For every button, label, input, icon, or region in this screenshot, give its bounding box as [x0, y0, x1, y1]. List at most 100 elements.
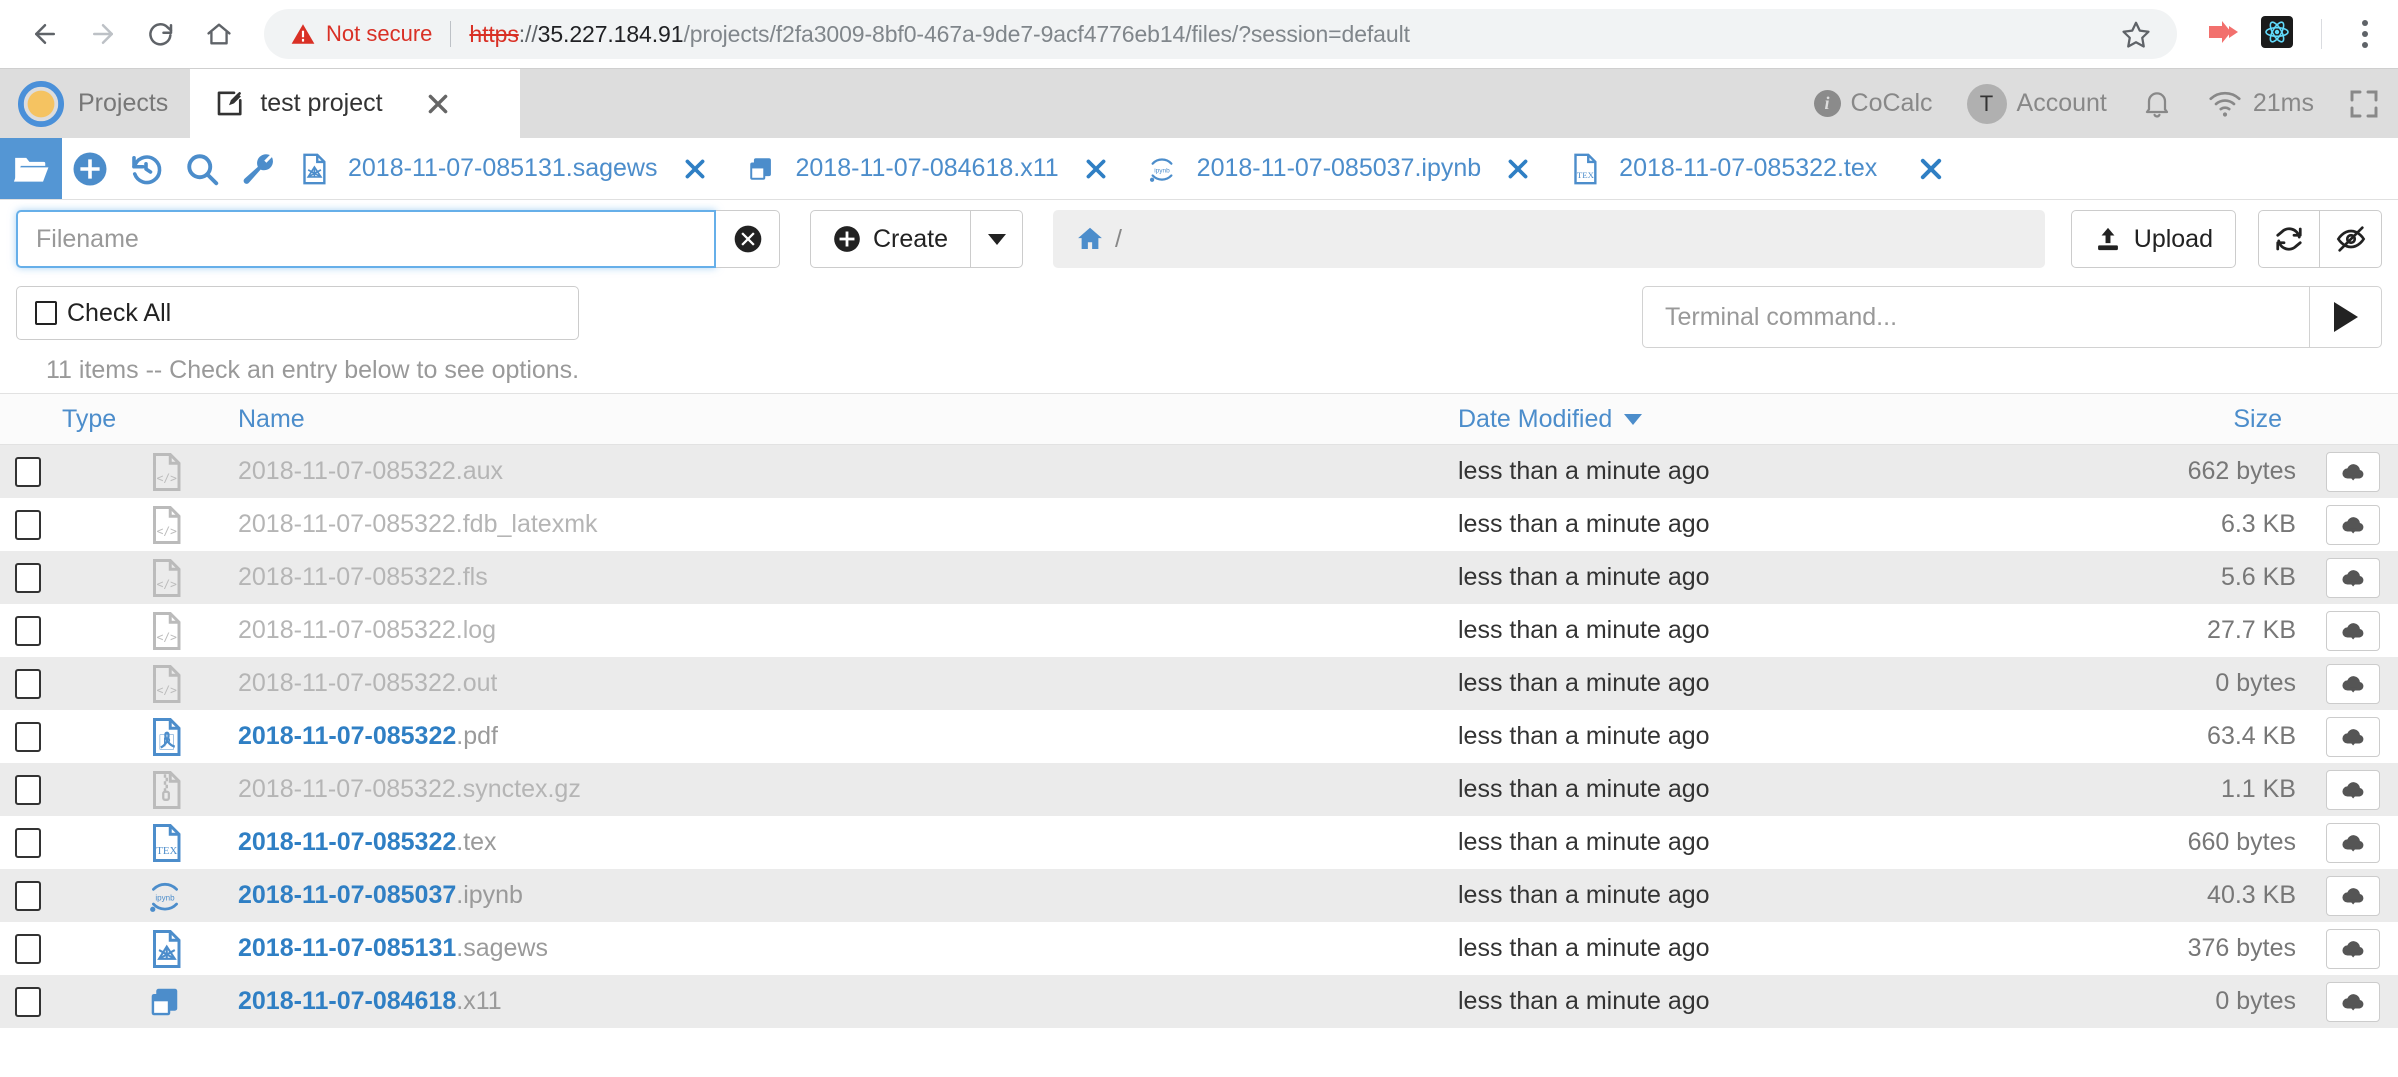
- address-bar[interactable]: Not secure https://35.227.184.91/project…: [264, 9, 2177, 59]
- table-row[interactable]: 2018-11-07-085322.synctex.gz less than a…: [0, 763, 2398, 816]
- row-download-cell: [2308, 823, 2398, 863]
- header-date-column[interactable]: Date Modified: [1458, 405, 1988, 434]
- cocalc-info-button[interactable]: i CoCalc: [1814, 89, 1933, 118]
- terminal-run-button[interactable]: [2310, 286, 2382, 348]
- table-row[interactable]: 2018-11-07-084618.x11 less than a minute…: [0, 975, 2398, 1028]
- notifications-button[interactable]: [2141, 88, 2173, 120]
- row-checkbox[interactable]: [0, 722, 56, 752]
- filename-input[interactable]: Filename: [16, 210, 716, 268]
- refresh-button[interactable]: [2258, 210, 2320, 268]
- open-file-tab[interactable]: 2018-11-07-084618.x11: [678, 138, 1079, 199]
- download-button[interactable]: [2326, 505, 2380, 545]
- open-file-tab[interactable]: ipynb 2018-11-07-085037.ipynb: [1079, 138, 1502, 199]
- three-dots-menu-icon[interactable]: [2350, 20, 2380, 48]
- create-dropdown-button[interactable]: [971, 210, 1023, 268]
- row-checkbox[interactable]: [0, 510, 56, 540]
- row-file-name[interactable]: 2018-11-07-085037.ipynb: [206, 881, 1458, 910]
- row-file-name[interactable]: 2018-11-07-085322.log: [206, 616, 1458, 645]
- download-button[interactable]: [2326, 452, 2380, 492]
- row-checkbox[interactable]: [0, 881, 56, 911]
- table-row[interactable]: 🄿 2018-11-07-085322.pdf less than a minu…: [0, 710, 2398, 763]
- row-checkbox[interactable]: [0, 563, 56, 593]
- row-file-name[interactable]: 2018-11-07-085322.synctex.gz: [206, 775, 1458, 804]
- breadcrumb[interactable]: /: [1053, 210, 2045, 268]
- filename-clear-button[interactable]: [716, 210, 780, 268]
- row-file-name[interactable]: 2018-11-07-085322.pdf: [206, 722, 1458, 751]
- header-type-column[interactable]: Type: [56, 405, 206, 434]
- row-checkbox[interactable]: [0, 987, 56, 1017]
- project-tab[interactable]: test project: [190, 69, 520, 138]
- forward-button[interactable]: [76, 7, 130, 61]
- open-file-tab[interactable]: TEX2018-11-07-085322.tex: [1501, 138, 1897, 199]
- row-file-name[interactable]: 2018-11-07-085131.sagews: [206, 934, 1458, 963]
- row-checkbox[interactable]: [0, 457, 56, 487]
- log-history-button[interactable]: [118, 138, 174, 199]
- download-button[interactable]: [2326, 982, 2380, 1022]
- row-file-name[interactable]: 2018-11-07-085322.fdb_latexmk: [206, 510, 1458, 539]
- table-row[interactable]: </> 2018-11-07-085322.fls less than a mi…: [0, 551, 2398, 604]
- row-file-name[interactable]: 2018-11-07-085322.tex: [206, 828, 1458, 857]
- files-tab[interactable]: [0, 138, 62, 199]
- account-button[interactable]: T Account: [1967, 84, 2107, 124]
- connection-status[interactable]: 21ms: [2207, 89, 2314, 119]
- row-file-name[interactable]: 2018-11-07-085322.out: [206, 669, 1458, 698]
- react-devtools-icon[interactable]: [2261, 16, 2293, 53]
- new-file-button[interactable]: [62, 138, 118, 199]
- download-button[interactable]: [2326, 664, 2380, 704]
- svg-text:ipynb: ipynb: [1154, 167, 1170, 174]
- open-file-tab[interactable]: 2018-11-07-085131.sagews: [286, 138, 678, 199]
- download-button[interactable]: [2326, 823, 2380, 863]
- toggle-hidden-files-button[interactable]: [2320, 210, 2382, 268]
- row-checkbox[interactable]: [0, 828, 56, 858]
- check-all-button[interactable]: Check All: [16, 286, 579, 340]
- download-button[interactable]: [2326, 876, 2380, 916]
- header-size-column[interactable]: Size: [1988, 405, 2308, 434]
- download-button[interactable]: [2326, 717, 2380, 757]
- download-button[interactable]: [2326, 770, 2380, 810]
- reload-button[interactable]: [134, 7, 188, 61]
- bookmark-button[interactable]: [2121, 19, 2151, 49]
- file-name-base: 2018-11-07-085322: [238, 563, 456, 591]
- table-row[interactable]: </> 2018-11-07-085322.aux less than a mi…: [0, 445, 2398, 498]
- download-button[interactable]: [2326, 611, 2380, 651]
- file-name-base: 2018-11-07-085131: [238, 934, 456, 962]
- checkbox-empty-icon: [15, 510, 41, 540]
- plus-circle-icon: [72, 151, 108, 187]
- row-checkbox[interactable]: [0, 669, 56, 699]
- table-row[interactable]: </> 2018-11-07-085322.log less than a mi…: [0, 604, 2398, 657]
- row-date-modified: less than a minute ago: [1458, 669, 1988, 698]
- file-tab-close-button[interactable]: [1083, 156, 1109, 182]
- table-row[interactable]: 2018-11-07-085131.sagews less than a min…: [0, 922, 2398, 975]
- checkbox-empty-icon: [15, 934, 41, 964]
- file-tab-close-button[interactable]: [1505, 156, 1531, 182]
- row-checkbox[interactable]: [0, 775, 56, 805]
- row-checkbox[interactable]: [0, 934, 56, 964]
- upload-button[interactable]: Upload: [2071, 210, 2236, 268]
- header-name-column[interactable]: Name: [206, 405, 1458, 434]
- back-button[interactable]: [18, 7, 72, 61]
- row-file-name[interactable]: 2018-11-07-085322.fls: [206, 563, 1458, 592]
- create-button[interactable]: Create: [810, 210, 971, 268]
- fullscreen-button[interactable]: [2348, 88, 2380, 120]
- close-icon: [1505, 156, 1531, 182]
- home-button[interactable]: [192, 7, 246, 61]
- table-row[interactable]: </> 2018-11-07-085322.out less than a mi…: [0, 657, 2398, 710]
- download-button[interactable]: [2326, 929, 2380, 969]
- file-tab-close-button[interactable]: [682, 156, 708, 182]
- file-toolbar: Filename Create / Upload: [0, 200, 2398, 276]
- download-button[interactable]: [2326, 558, 2380, 598]
- row-checkbox[interactable]: [0, 616, 56, 646]
- project-settings-button[interactable]: [230, 138, 286, 199]
- projects-nav[interactable]: Projects: [0, 69, 190, 138]
- table-row[interactable]: TEX 2018-11-07-085322.tex less than a mi…: [0, 816, 2398, 869]
- extension-icon[interactable]: [2207, 17, 2241, 52]
- row-file-name[interactable]: 2018-11-07-084618.x11: [206, 987, 1458, 1016]
- row-file-name[interactable]: 2018-11-07-085322.aux: [206, 457, 1458, 486]
- terminal-command-input[interactable]: Terminal command...: [1642, 286, 2310, 348]
- search-files-button[interactable]: [174, 138, 230, 199]
- table-row[interactable]: ipynb 2018-11-07-085037.ipynb less than …: [0, 869, 2398, 922]
- home-icon[interactable]: [1075, 224, 1105, 254]
- table-row[interactable]: </> 2018-11-07-085322.fdb_latexmk less t…: [0, 498, 2398, 551]
- project-tab-close-button[interactable]: [425, 91, 451, 117]
- close-all-tabs-button[interactable]: [1897, 138, 1965, 199]
